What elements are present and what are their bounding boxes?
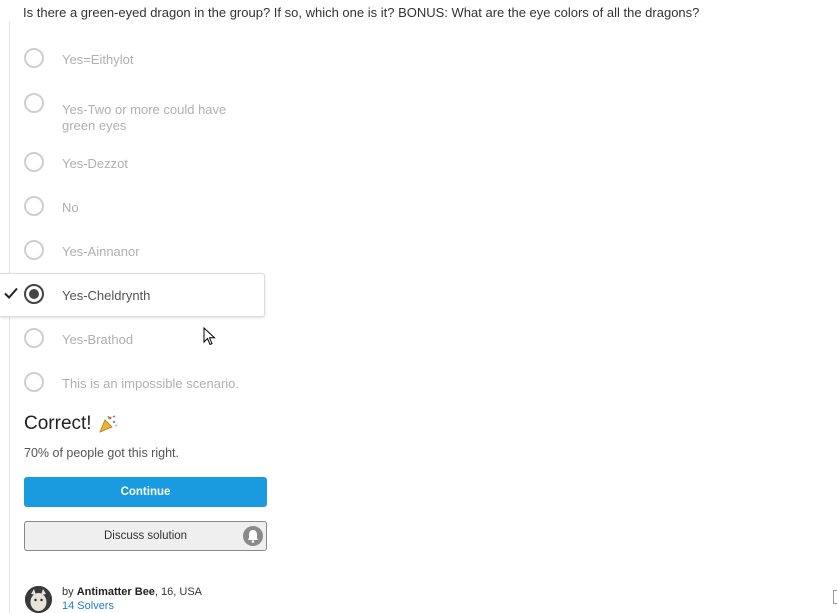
discuss-solution-button[interactable]: Discuss solution — [24, 521, 267, 551]
option-dezzot[interactable]: Yes-Dezzot — [0, 141, 267, 185]
edge-widget-fragment — [833, 590, 837, 604]
option-label: Yes=Eithylot — [62, 52, 134, 67]
discuss-solution-label: Discuss solution — [103, 530, 188, 542]
option-label: No — [62, 200, 79, 215]
radio-button[interactable] — [24, 196, 44, 216]
author-details: , 16, USA — [154, 586, 203, 598]
option-label: Yes-Two or more could have green eyes — [62, 102, 227, 133]
option-ainnanor[interactable]: Yes-Ainnanor — [0, 229, 267, 273]
option-two-or-more[interactable]: Yes-Two or more could have green eyes — [0, 81, 267, 141]
mouse-cursor-icon — [203, 327, 216, 346]
solvers-link[interactable]: 14 Solvers — [62, 600, 114, 612]
option-label: Yes-Brathod — [62, 332, 134, 347]
percent-correct-text: 70% of people got this right. — [24, 446, 179, 460]
option-label: Yes-Dezzot — [62, 156, 128, 171]
party-popper-icon — [98, 415, 117, 433]
option-impossible[interactable]: This is an impossible scenario. — [0, 361, 267, 405]
by-label: by — [62, 586, 74, 598]
radio-button[interactable] — [24, 152, 44, 172]
radio-button[interactable] — [24, 328, 44, 348]
radio-button[interactable] — [24, 93, 44, 113]
radio-button-selected[interactable] — [24, 284, 44, 304]
option-label: Yes-Ainnanor — [62, 244, 140, 259]
option-label: Yes-Cheldrynth — [62, 288, 151, 303]
radio-button[interactable] — [24, 240, 44, 260]
option-cheldrynth[interactable]: Yes-Cheldrynth — [0, 273, 265, 317]
answer-options: Yes=Eithylot Yes-Two or more could have … — [0, 37, 267, 405]
option-label: This is an impossible scenario. — [62, 376, 240, 391]
author-name[interactable]: Antimatter Bee — [77, 586, 155, 598]
result-title: Correct! — [24, 413, 92, 434]
option-no[interactable]: No — [0, 185, 267, 229]
option-brathod[interactable]: Yes-Brathod — [0, 317, 267, 361]
radio-button[interactable] — [24, 372, 44, 392]
continue-button[interactable]: Continue — [24, 477, 267, 507]
question-text: Is there a green-eyed dragon in the grou… — [23, 5, 700, 20]
bell-icon — [243, 526, 263, 546]
avatar[interactable] — [25, 586, 52, 613]
result-heading: Correct! — [24, 413, 118, 435]
checkmark-icon — [4, 287, 18, 299]
author-line: by Antimatter Bee, 16, USA — [62, 586, 202, 598]
option-eithylot[interactable]: Yes=Eithylot — [0, 37, 267, 81]
radio-button[interactable] — [24, 48, 44, 68]
